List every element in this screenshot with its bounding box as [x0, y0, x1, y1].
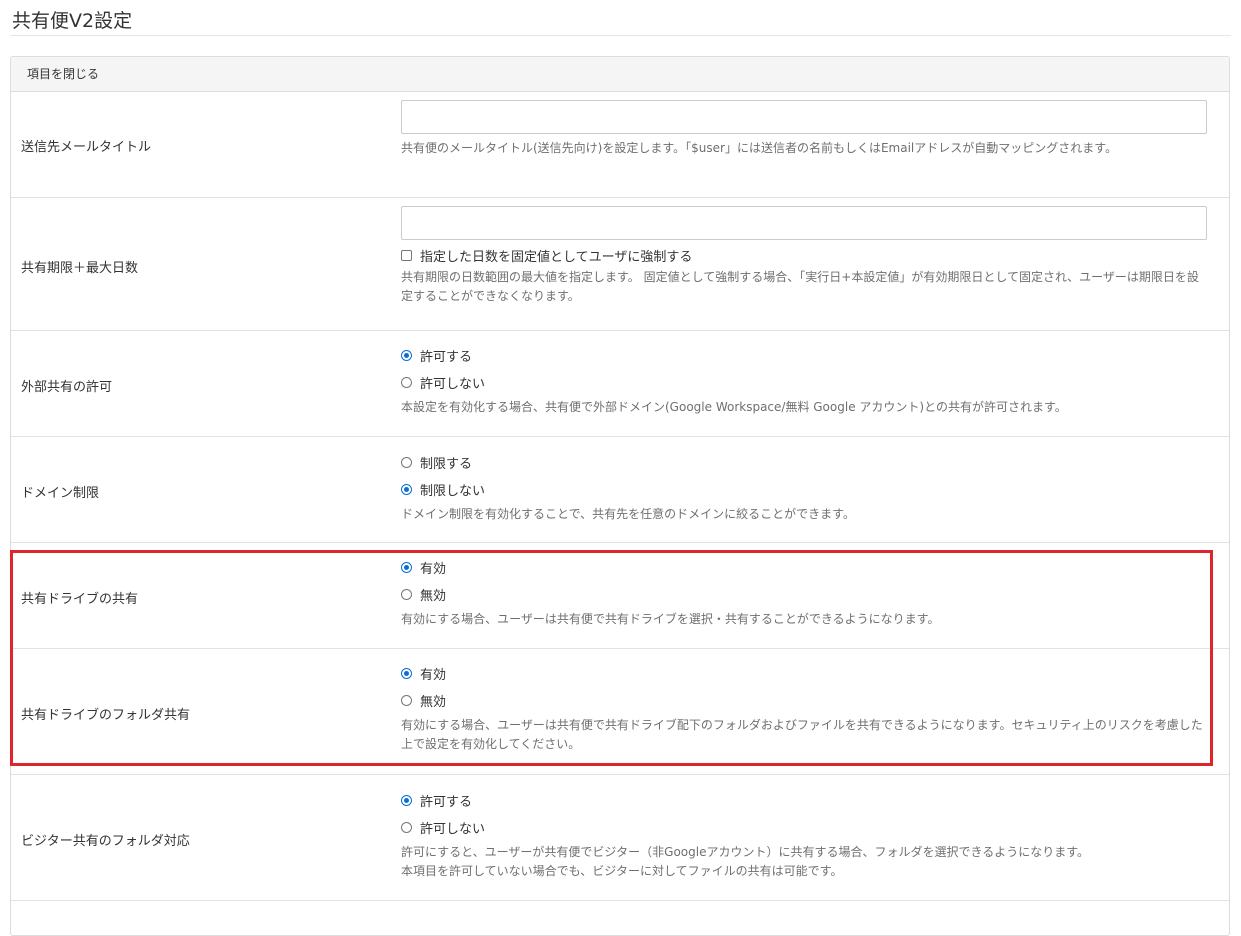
external-share-allow-radio[interactable] — [401, 350, 412, 361]
visitor-folder-label: ビジター共有のフォルダ対応 — [21, 834, 190, 849]
shared-drive-folder-disable-option[interactable]: 無効 — [401, 687, 1207, 714]
title-divider — [10, 35, 1231, 36]
shared-drive-folder-disable-radio[interactable] — [401, 695, 412, 706]
shared-drive-disable-option[interactable]: 無効 — [401, 581, 1207, 608]
shared-drive-folder-help: 有効にする場合、ユーザーは共有便で共有ドライブ配下のフォルダおよびファイルを共有… — [401, 718, 1203, 751]
domain-limit-help: ドメイン制限を有効化することで、共有先を任意のドメインに絞ることができます。 — [401, 507, 855, 521]
force-fixed-days-option[interactable]: 指定した日数を固定値としてユーザに強制する — [401, 242, 1207, 268]
domain-limit-on-label: 制限する — [420, 457, 473, 472]
shared-drive-folder-enable-radio[interactable] — [401, 668, 412, 679]
domain-limit-label: ドメイン制限 — [21, 486, 100, 501]
visitor-folder-allow-radio[interactable] — [401, 795, 412, 806]
max-days-input[interactable] — [401, 206, 1207, 240]
external-share-allow-option[interactable]: 許可する — [401, 342, 1207, 369]
force-fixed-days-label: 指定した日数を固定値としてユーザに強制する — [420, 249, 693, 265]
visitor-folder-deny-label: 許可しない — [420, 822, 486, 837]
row-external-share: 外部共有の許可 許可する 許可しない 本設定を有効化する場合、共有便で外部ドメイ… — [11, 331, 1229, 437]
row-domain-limit: ドメイン制限 制限する 制限しない ドメイン制限を有効化することで、共有先を任意… — [11, 437, 1229, 543]
mail-title-input[interactable] — [401, 100, 1207, 134]
visitor-folder-allow-option[interactable]: 許可する — [401, 787, 1207, 814]
shared-drive-disable-radio[interactable] — [401, 589, 412, 600]
page-title: 共有便V2設定 — [12, 10, 133, 32]
mail-title-label: 送信先メールタイトル — [21, 140, 152, 155]
shared-drive-folder-label: 共有ドライブのフォルダ共有 — [21, 708, 191, 723]
domain-limit-off-option[interactable]: 制限しない — [401, 476, 1207, 503]
settings-panel: 項目を閉じる 送信先メールタイトル 共有便のメールタイトル(送信先向け)を設定し… — [10, 56, 1230, 936]
external-share-allow-label: 許可する — [420, 350, 473, 365]
row-mail-title: 送信先メールタイトル 共有便のメールタイトル(送信先向け)を設定します。「$us… — [11, 92, 1229, 198]
max-days-help: 共有期限の日数範囲の最大値を指定します。 固定値として強制する場合、「実行日+本… — [401, 270, 1199, 303]
external-share-deny-radio[interactable] — [401, 377, 412, 388]
external-share-label: 外部共有の許可 — [21, 380, 113, 395]
row-shared-drive-folder: 共有ドライブのフォルダ共有 有効 無効 有効にする場合、ユーザーは共有便で共有ド… — [11, 649, 1229, 775]
shared-drive-enable-radio[interactable] — [401, 562, 412, 573]
domain-limit-on-radio[interactable] — [401, 457, 412, 468]
domain-limit-off-label: 制限しない — [420, 484, 486, 499]
row-max-days: 共有期限＋最大日数 指定した日数を固定値としてユーザに強制する 共有期限の日数範… — [11, 198, 1229, 331]
row-shared-drive: 共有ドライブの共有 有効 無効 有効にする場合、ユーザーは共有便で共有ドライブを… — [11, 543, 1229, 649]
row-visitor-folder: ビジター共有のフォルダ対応 許可する 許可しない 許可にすると、ユーザーが共有便… — [11, 775, 1229, 901]
mail-title-help: 共有便のメールタイトル(送信先向け)を設定します。「$user」には送信者の名前… — [401, 141, 1118, 155]
domain-limit-off-radio[interactable] — [401, 484, 412, 495]
domain-limit-on-option[interactable]: 制限する — [401, 449, 1207, 476]
shared-drive-enable-option[interactable]: 有効 — [401, 554, 1207, 581]
visitor-folder-deny-radio[interactable] — [401, 822, 412, 833]
collapse-items-toggle[interactable]: 項目を閉じる — [11, 57, 1229, 92]
visitor-folder-help-2: 本項目を許可していない場合でも、ビジターに対してファイルの共有は可能です。 — [401, 864, 843, 878]
visitor-folder-allow-label: 許可する — [420, 795, 473, 810]
shared-drive-folder-enable-label: 有効 — [420, 668, 447, 683]
shared-drive-help: 有効にする場合、ユーザーは共有便で共有ドライブを選択・共有することができるように… — [401, 612, 940, 626]
max-days-label: 共有期限＋最大日数 — [21, 261, 139, 276]
shared-drive-disable-label: 無効 — [420, 589, 447, 604]
visitor-folder-help-1: 許可にすると、ユーザーが共有便でビジター（非Googleアカウント）に共有する場… — [401, 845, 1090, 859]
shared-drive-label: 共有ドライブの共有 — [21, 592, 139, 607]
visitor-folder-deny-option[interactable]: 許可しない — [401, 814, 1207, 841]
shared-drive-folder-disable-label: 無効 — [420, 695, 447, 710]
external-share-deny-option[interactable]: 許可しない — [401, 369, 1207, 396]
shared-drive-enable-label: 有効 — [420, 562, 447, 577]
shared-drive-folder-enable-option[interactable]: 有効 — [401, 660, 1207, 687]
external-share-deny-label: 許可しない — [420, 377, 486, 392]
external-share-help: 本設定を有効化する場合、共有便で外部ドメイン(Google Workspace/… — [401, 400, 1067, 414]
force-fixed-days-checkbox[interactable] — [401, 249, 412, 261]
